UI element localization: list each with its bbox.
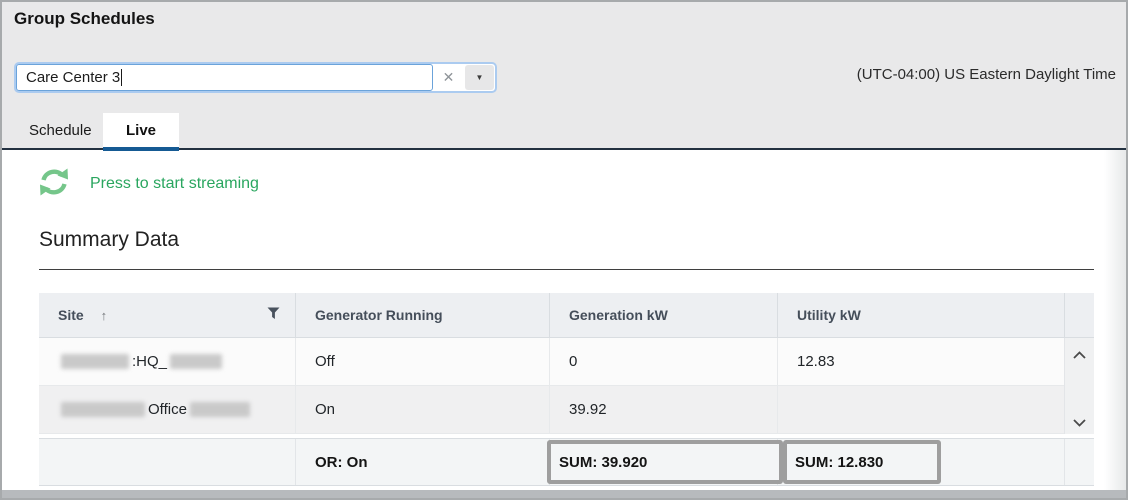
utility-kw-cell: 12.83 (777, 338, 1064, 385)
table-body: :HQ_ Off 0 12.83 Office On 39.92 (39, 338, 1094, 434)
site-header-label: Site (58, 307, 84, 323)
sort-ascending-icon: ↑ (101, 308, 108, 323)
scroll-down-icon[interactable] (1072, 415, 1087, 425)
summary-table: Site ↑ Generator Running Generation kW U… (39, 293, 1094, 486)
utility-kw-cell (777, 386, 1064, 433)
bottom-window-edge (2, 490, 1126, 498)
utility-sum-value: SUM: 12.830 (795, 454, 883, 471)
column-header-generator-running[interactable]: Generator Running (295, 293, 549, 337)
table-row[interactable]: Office On 39.92 (39, 386, 1094, 434)
site-cell: :HQ_ (39, 338, 295, 385)
column-header-generation-kw[interactable]: Generation kW (549, 293, 777, 337)
redacted-text (170, 354, 222, 369)
app-window: Group Schedules (UTC-04:00) US Eastern D… (0, 0, 1128, 500)
clear-icon[interactable]: ✕ (433, 64, 464, 91)
generation-sum-value: SUM: 39.920 (559, 454, 647, 471)
vertical-scrollbar[interactable] (1064, 338, 1094, 434)
generator-running-cell: Off (295, 338, 549, 385)
redacted-text (190, 402, 250, 417)
refresh-icon[interactable] (38, 166, 70, 198)
summary-heading: Summary Data (39, 228, 179, 252)
column-header-scroll-spacer (1064, 293, 1094, 337)
dropdown-arrow-icon[interactable]: ▼ (465, 65, 494, 90)
tab-live-label: Live (126, 122, 156, 139)
generation-kw-cell: 39.92 (549, 386, 777, 433)
generator-running-cell: On (295, 386, 549, 433)
heading-divider (39, 269, 1094, 270)
site-text: :HQ_ (132, 353, 167, 370)
tab-schedule-label: Schedule (29, 122, 92, 139)
scroll-up-icon[interactable] (1072, 347, 1087, 357)
generation-sum-highlight: SUM: 39.920 (547, 440, 783, 484)
footer-or-cell: OR: On (295, 439, 549, 485)
timezone-label: (UTC-04:00) US Eastern Daylight Time (857, 66, 1116, 83)
group-input-value: Care Center 3 (26, 69, 120, 86)
table-header-row: Site ↑ Generator Running Generation kW U… (39, 293, 1094, 338)
redacted-text (61, 354, 129, 369)
column-header-utility-kw[interactable]: Utility kW (777, 293, 1064, 337)
generation-kw-cell: 0 (549, 338, 777, 385)
footer-scroll-spacer (1064, 439, 1094, 485)
table-footer-row: OR: On SUM: 39.920 SUM: 12.830 (39, 438, 1094, 486)
column-header-site[interactable]: Site ↑ (39, 293, 295, 337)
utility-sum-highlight: SUM: 12.830 (783, 440, 941, 484)
right-edge-shadow (1104, 150, 1126, 492)
group-combobox[interactable]: Care Center 3 ✕ ▼ (14, 62, 497, 93)
group-input[interactable]: Care Center 3 (16, 64, 433, 91)
page-title: Group Schedules (14, 9, 155, 29)
site-cell: Office (39, 386, 295, 433)
site-text: Office (148, 401, 187, 418)
tab-live[interactable]: Live (103, 113, 179, 148)
top-bar: Group Schedules (UTC-04:00) US Eastern D… (2, 2, 1126, 150)
table-row[interactable]: :HQ_ Off 0 12.83 (39, 338, 1094, 386)
text-caret (121, 69, 122, 86)
start-streaming-label[interactable]: Press to start streaming (90, 175, 259, 193)
footer-site-cell (39, 439, 295, 485)
filter-icon[interactable] (267, 307, 280, 323)
tab-schedule[interactable]: Schedule (14, 113, 107, 148)
redacted-text (61, 402, 145, 417)
